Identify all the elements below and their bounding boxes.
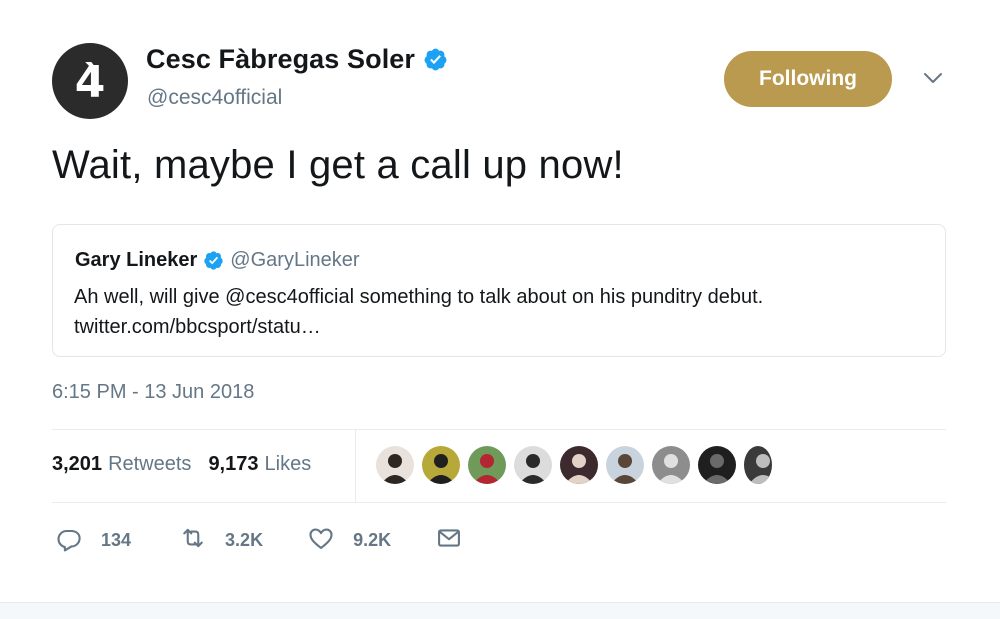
author-name-row: Cesc Fàbregas Soler	[146, 44, 448, 75]
quoted-tweet-header: Gary Lineker @GaryLineker	[75, 249, 360, 272]
liker-avatar[interactable]	[744, 446, 772, 484]
liker-avatar[interactable]	[560, 446, 598, 484]
verified-badge-icon	[423, 47, 448, 72]
tweet-card: 4̀ Cesc Fàbregas Soler @cesc4official Fo…	[0, 0, 1000, 602]
author-avatar[interactable]: 4̀	[52, 43, 128, 119]
likes-count[interactable]: 9,173	[208, 453, 258, 476]
retweets-count[interactable]: 3,201	[52, 453, 102, 476]
person-icon	[473, 454, 501, 484]
person-icon	[657, 454, 685, 484]
divider-bottom	[52, 502, 946, 503]
person-icon	[703, 454, 731, 484]
retweets-label[interactable]: Retweets	[108, 453, 191, 476]
liker-avatar[interactable]	[652, 446, 690, 484]
stats-vertical-divider	[355, 430, 356, 502]
reply-count: 134	[101, 530, 132, 550]
reply-button[interactable]: 134	[55, 524, 131, 557]
page-bottom-strip	[0, 602, 1000, 619]
quoted-tweet-text: Ah well, will give @cesc4official someth…	[74, 286, 764, 338]
verified-badge-icon	[203, 250, 224, 271]
person-icon	[519, 454, 547, 484]
liker-avatar[interactable]	[376, 446, 414, 484]
liker-avatar[interactable]	[422, 446, 460, 484]
person-icon	[565, 454, 593, 484]
quoted-handle: @GaryLineker	[230, 249, 360, 271]
liker-avatars	[376, 446, 780, 484]
like-count: 9.2K	[353, 530, 392, 550]
reply-icon	[55, 524, 83, 557]
person-icon	[611, 454, 639, 484]
envelope-icon	[435, 524, 463, 557]
retweet-icon	[179, 524, 207, 557]
liker-avatar[interactable]	[514, 446, 552, 484]
chevron-down-icon[interactable]	[921, 66, 945, 90]
person-icon	[749, 454, 772, 484]
tweet-stats: 3,201 Retweets 9,173 Likes	[52, 453, 311, 476]
retweet-count: 3.2K	[225, 530, 264, 550]
divider-top	[52, 429, 946, 430]
liker-avatar[interactable]	[698, 446, 736, 484]
likes-label[interactable]: Likes	[265, 453, 312, 476]
direct-message-button[interactable]	[435, 524, 463, 557]
avatar-glyph: 4̀	[74, 57, 106, 108]
tweet-text: Wait, maybe I get a call up now!	[52, 143, 624, 187]
liker-avatar[interactable]	[468, 446, 506, 484]
tweet-actions: 134 3.2K 9.2K	[55, 524, 463, 557]
following-button[interactable]: Following	[724, 51, 892, 107]
tweet-timestamp[interactable]: 6:15 PM - 13 Jun 2018	[52, 381, 254, 404]
author-display-name[interactable]: Cesc Fàbregas Soler	[146, 44, 415, 75]
like-button[interactable]: 9.2K	[307, 524, 391, 557]
quoted-display-name: Gary Lineker	[75, 249, 198, 271]
liker-avatar[interactable]	[606, 446, 644, 484]
heart-icon	[307, 524, 335, 557]
retweet-button[interactable]: 3.2K	[179, 524, 263, 557]
quoted-tweet[interactable]: Gary Lineker @GaryLineker Ah well, will …	[52, 224, 946, 357]
author-handle[interactable]: @cesc4official	[147, 86, 282, 110]
person-icon	[427, 454, 455, 484]
person-icon	[381, 454, 409, 484]
